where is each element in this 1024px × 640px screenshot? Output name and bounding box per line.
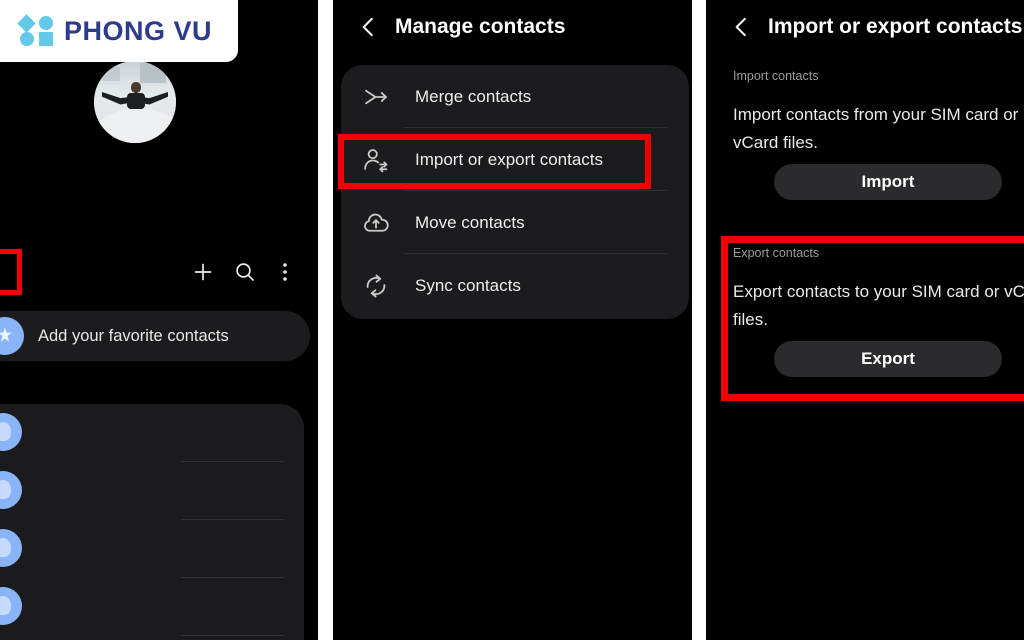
back-arrow-icon[interactable] [355, 14, 381, 40]
manage-contacts-screen: Manage contacts Merge contacts Import or… [333, 0, 692, 640]
list-item[interactable] [0, 462, 304, 520]
export-section-caption: Export contacts [733, 246, 820, 260]
divider [181, 635, 284, 636]
logo-circle-bottom-left [20, 32, 34, 46]
screenshot-stage: Add your favorite contacts Manage contac… [0, 0, 1024, 640]
import-export-header: Import or export contacts [706, 0, 1024, 54]
avatar [0, 587, 22, 625]
cloud-upload-icon [361, 208, 391, 238]
export-button[interactable]: Export [774, 341, 1002, 377]
menu-item-import-or-export-contacts[interactable]: Import or export contacts [341, 128, 689, 191]
logo-diamond-shape [17, 14, 36, 33]
panel-separator [318, 0, 333, 640]
menu-item-label: Move contacts [415, 212, 525, 232]
phong-vu-watermark: PHONG VU [0, 0, 238, 62]
menu-item-sync-contacts[interactable]: Sync contacts [341, 254, 689, 317]
back-arrow-icon[interactable] [728, 14, 754, 40]
import-section-caption: Import contacts [733, 69, 819, 83]
more-options-icon[interactable] [268, 253, 302, 291]
add-favorite-contacts-row[interactable]: Add your favorite contacts [0, 311, 310, 361]
page-title: Import or export contacts [768, 15, 1023, 38]
avatar [0, 471, 22, 509]
menu-item-merge-contacts[interactable]: Merge contacts [341, 65, 689, 128]
person-exchange-icon [361, 145, 391, 175]
logo-circle-top-right [39, 16, 53, 30]
import-or-export-contacts-screen: Import or export contacts Import contact… [706, 0, 1024, 640]
photo-building-left [102, 67, 120, 81]
import-section-description: Import contacts from your SIM card or vC… [733, 105, 1019, 152]
list-item[interactable] [0, 404, 304, 462]
left-panel-highlight-box [0, 249, 22, 295]
menu-item-label: Merge contacts [415, 86, 532, 106]
photo-person-body [127, 93, 145, 109]
menu-item-move-contacts[interactable]: Move contacts [341, 191, 689, 254]
add-favorite-contacts-label: Add your favorite contacts [38, 326, 229, 345]
profile-photo-avatar[interactable] [94, 61, 176, 143]
merge-arrows-icon [361, 82, 391, 112]
phong-vu-logo-mark-icon [17, 14, 56, 46]
import-button[interactable]: Import [774, 164, 1002, 200]
list-item[interactable] [0, 578, 304, 636]
manage-contacts-options-card: Merge contacts Import or export contacts [341, 65, 689, 319]
page-title: Manage contacts [395, 15, 566, 38]
favorite-star-avatar [0, 317, 24, 355]
export-section-description: Export contacts to your SIM card or vCar… [733, 282, 1024, 329]
search-icon[interactable] [228, 253, 262, 291]
photo-person-head [131, 82, 141, 93]
menu-item-label: Sync contacts [415, 275, 521, 295]
contacts-list-screen: Add your favorite contacts [0, 0, 318, 640]
avatar [0, 413, 22, 451]
sync-refresh-icon [361, 271, 391, 301]
panel-separator [692, 0, 706, 640]
manage-contacts-header: Manage contacts [333, 0, 692, 54]
avatar [0, 529, 22, 567]
brand-name: PHONG VU [64, 15, 213, 46]
menu-item-label: Import or export contacts [415, 149, 604, 169]
add-contact-icon[interactable] [186, 253, 220, 291]
list-item[interactable] [0, 520, 304, 578]
contacts-list-card [0, 404, 304, 640]
photo-building-right [140, 63, 166, 83]
contacts-action-bar [0, 253, 318, 293]
logo-square-shape [39, 32, 53, 46]
